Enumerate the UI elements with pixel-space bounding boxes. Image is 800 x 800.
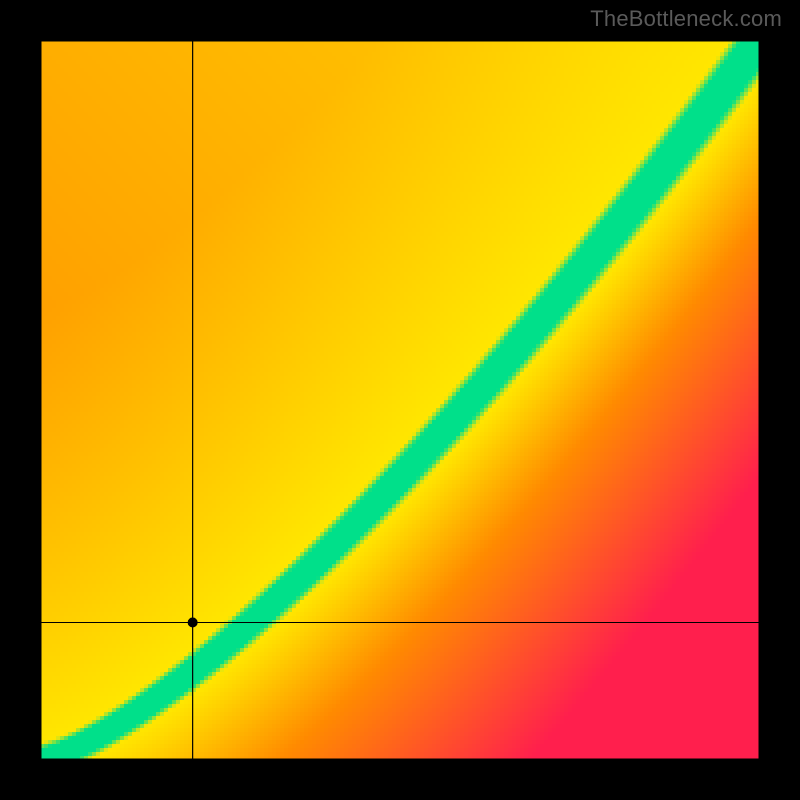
heatmap-plot [40,40,760,760]
watermark-text: TheBottleneck.com [590,6,782,32]
heatmap-canvas [40,40,760,760]
chart-frame: TheBottleneck.com [0,0,800,800]
